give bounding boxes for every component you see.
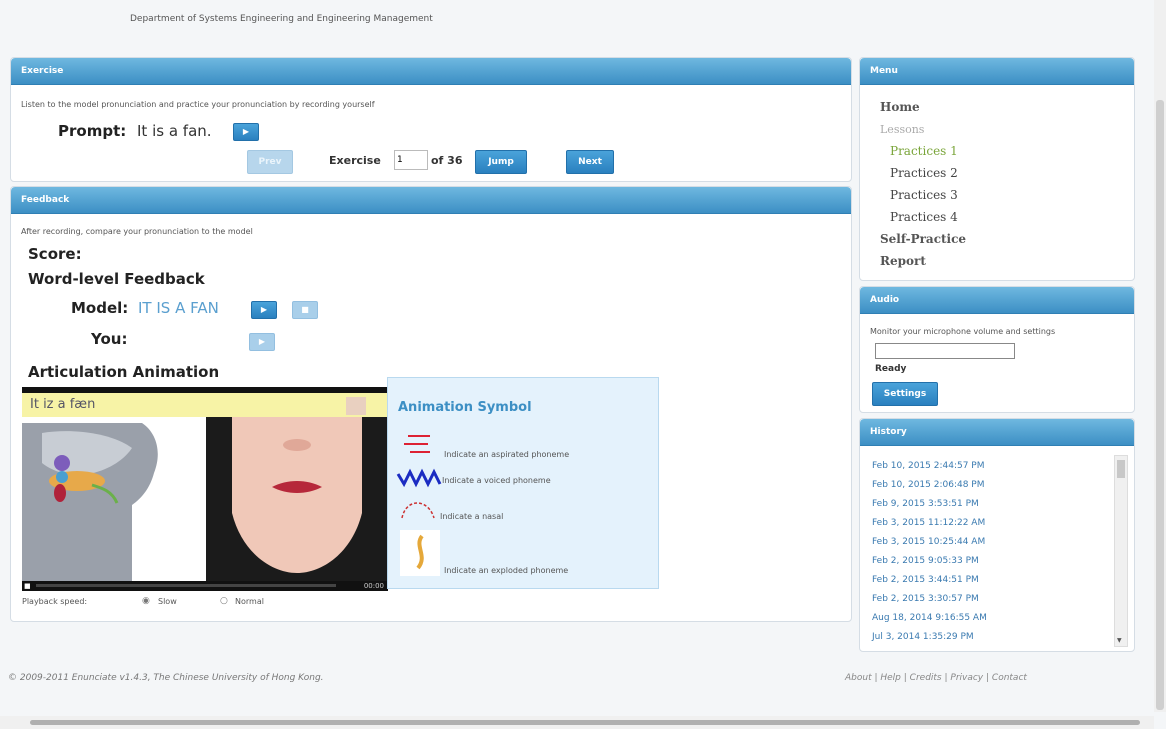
prev-button[interactable]: Prev [247,150,293,174]
menu-panel: Menu Home Lessons Practices 1 Practices … [859,57,1135,281]
settings-button[interactable]: Settings [872,382,938,406]
symbol-desc-aspirated: Indicate an aspirated phoneme [444,450,570,459]
exploded-icon [400,530,440,576]
model-text: IT IS A FAN [138,299,219,317]
history-panel: History Feb 10, 2015 2:44:57 PM Feb 10, … [859,418,1135,652]
you-label: You: [91,330,128,348]
stop-model-button[interactable]: ■ [292,301,318,319]
menu-header: Menu [860,58,1134,85]
play-icon: ▶ [260,305,268,314]
department-title: Department of Systems Engineering and En… [130,14,433,24]
articulation-illustration [22,397,388,585]
next-button[interactable]: Next [566,150,614,174]
playback-speed-label: Playback speed: [22,597,88,606]
menu-practices-1[interactable]: Practices 1 [890,144,958,158]
audio-description: Monitor your microphone volume and setti… [870,327,1056,336]
history-item[interactable]: Aug 18, 2014 9:16:55 AM [872,613,987,623]
history-item[interactable]: Feb 2, 2015 9:05:33 PM [872,556,979,566]
history-scroll-thumb[interactable] [1117,460,1125,478]
footer-link-about[interactable]: About [845,673,872,683]
stop-icon: ■ [301,305,309,314]
score-label: Score: [28,245,82,263]
footer-links: About | Help | Credits | Privacy | Conta… [845,673,1027,683]
menu-practices-4[interactable]: Practices 4 [890,210,958,224]
footer-link-privacy[interactable]: Privacy [950,673,983,683]
play-recording-button[interactable]: ▶ [249,333,275,351]
history-list[interactable]: Feb 10, 2015 2:44:57 PM Feb 10, 2015 2:0… [860,449,1120,649]
video-controls[interactable]: ■ 00:00 [22,581,388,591]
history-item[interactable]: Feb 3, 2015 11:12:22 AM [872,518,985,528]
symbol-desc-exploded: Indicate an exploded phoneme [444,566,569,575]
history-item[interactable]: Feb 2, 2015 3:30:57 PM [872,594,979,604]
microphone-volume-meter [875,343,1015,359]
page-scroll-thumb[interactable] [1156,100,1164,710]
jump-button[interactable]: Jump [475,150,527,174]
video-play-icon[interactable]: ■ [24,581,31,591]
prompt-label: Prompt: [58,122,127,140]
footer-copyright: © 2009-2011 Enunciate v1.4.3, The Chines… [8,673,324,683]
aspirated-icon [404,435,430,453]
exercise-panel: Exercise Listen to the model pronunciati… [10,57,852,182]
feedback-panel: Feedback After recording, compare your p… [10,186,852,622]
normal-label[interactable]: Normal [235,597,264,606]
video-seekbar[interactable] [36,584,336,587]
video-time: 00:00 [363,582,384,590]
animation-symbol-panel: Animation Symbol Indicate an aspirated p… [387,377,659,589]
prompt-text: It is a fan. [137,122,212,140]
nasal-icon [401,502,435,519]
play-model-button[interactable]: ▶ [251,301,277,319]
voiced-icon [396,468,442,488]
history-item[interactable]: Feb 10, 2015 2:06:48 PM [872,480,984,490]
footer-link-help[interactable]: Help [880,673,901,683]
play-icon: ▶ [258,337,266,346]
slow-radio[interactable]: ◉ [142,596,150,606]
menu-self-practice[interactable]: Self-Practice [880,232,966,246]
menu-lessons: Lessons [880,123,925,136]
history-item[interactable]: Feb 3, 2015 10:25:44 AM [872,537,985,547]
articulation-video[interactable]: It iz a fæn ■ 00:00 [22,387,388,591]
history-header: History [860,419,1134,446]
symbol-desc-nasal: Indicate a nasal [440,512,504,521]
exercise-number-input[interactable] [394,150,428,170]
menu-report[interactable]: Report [880,254,926,268]
audio-panel: Audio Monitor your microphone volume and… [859,286,1135,413]
history-item[interactable]: Jul 3, 2014 1:35:29 PM [872,632,974,642]
history-item[interactable]: Feb 10, 2015 2:44:57 PM [872,461,984,471]
history-scrollbar[interactable]: ▼ [1114,455,1128,647]
exercise-label: Exercise [329,154,381,167]
footer-link-contact[interactable]: Contact [992,673,1027,683]
exercise-total: of 36 [431,154,463,167]
history-item[interactable]: Feb 2, 2015 3:44:51 PM [872,575,979,585]
word-level-feedback-heading: Word-level Feedback [28,270,205,288]
animation-symbol-title: Animation Symbol [398,400,532,415]
footer-link-credits[interactable]: Credits [910,673,942,683]
audio-header: Audio [860,287,1134,314]
articulation-animation-heading: Articulation Animation [28,363,220,381]
page-vertical-scrollbar[interactable] [1154,0,1166,712]
normal-radio[interactable]: ○ [220,596,228,606]
play-icon: ▶ [242,127,250,136]
slow-label[interactable]: Slow [158,597,177,606]
menu-home[interactable]: Home [880,100,920,114]
scroll-down-icon[interactable]: ▼ [1117,637,1122,644]
menu-practices-2[interactable]: Practices 2 [890,166,958,180]
model-label: Model: [71,299,129,317]
audio-status: Ready [875,364,907,374]
symbol-desc-voiced: Indicate a voiced phoneme [442,476,551,485]
page-hscroll-thumb[interactable] [30,720,1140,725]
page-horizontal-scrollbar[interactable] [0,716,1154,729]
play-prompt-button[interactable]: ▶ [233,123,259,141]
exercise-header: Exercise [11,58,851,85]
history-item[interactable]: Feb 9, 2015 3:53:51 PM [872,499,979,509]
feedback-instruction: After recording, compare your pronunciat… [21,227,253,236]
exercise-instruction: Listen to the model pronunciation and pr… [21,100,375,109]
feedback-header: Feedback [11,187,851,214]
menu-practices-3[interactable]: Practices 3 [890,188,958,202]
